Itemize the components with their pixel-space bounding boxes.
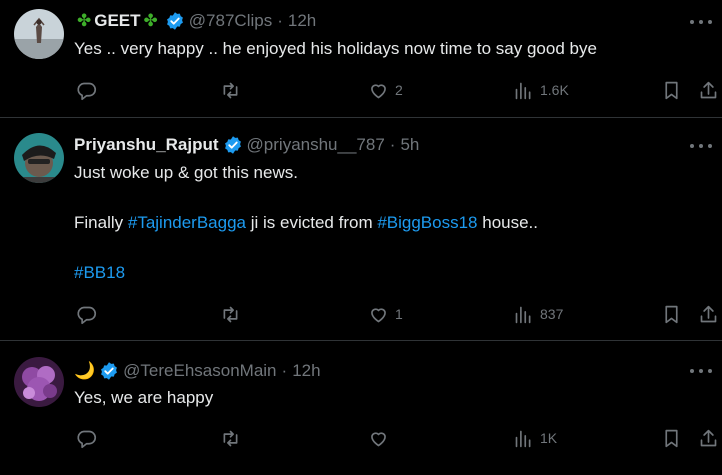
separator-dot: · <box>277 11 283 30</box>
separator-dot: · <box>389 135 396 154</box>
reply-icon <box>76 80 97 101</box>
retweet-button[interactable] <box>220 78 241 102</box>
display-name[interactable]: Priyanshu_Rajput <box>74 135 219 155</box>
tweet-text: Yes .. very happy .. he enjoyed his holi… <box>74 39 597 58</box>
share-icon <box>698 304 719 325</box>
timestamp[interactable]: 5h <box>400 135 419 155</box>
display-name[interactable]: GEET <box>94 11 140 31</box>
text-segment: house.. <box>477 213 539 232</box>
user-handle[interactable]: @787Clips <box>189 11 272 31</box>
view-count: 1.6K <box>540 82 569 98</box>
like-button[interactable] <box>368 426 389 450</box>
more-icon[interactable] <box>690 366 712 376</box>
hashtag-link[interactable]: #TajinderBagga <box>128 213 246 232</box>
bookmark-icon <box>661 80 682 101</box>
views-button[interactable]: 837 <box>513 302 563 326</box>
tweet-text-line: Finally #TajinderBagga ji is evicted fro… <box>74 211 538 235</box>
views-icon <box>513 428 534 449</box>
retweet-button[interactable] <box>220 426 241 450</box>
more-icon[interactable] <box>690 141 712 151</box>
tweet-text: Yes, we are happy <box>74 388 214 407</box>
text-segment: ji is evicted from <box>246 213 378 232</box>
bookmark-button[interactable] <box>661 78 682 102</box>
tweet-text-line: #BB18 <box>74 261 125 285</box>
view-count: 837 <box>540 306 564 322</box>
tweet-card[interactable]: ✤ GEET ✤ @787Clips · 12h Yes .. very hap… <box>0 0 722 118</box>
share-icon <box>698 80 719 101</box>
share-button[interactable] <box>698 302 719 326</box>
share-icon <box>698 428 719 449</box>
bookmark-button[interactable] <box>661 302 682 326</box>
bookmark-icon <box>661 428 682 449</box>
tweet-text-line: Just woke up & got this news. <box>74 163 298 182</box>
text-segment: Finally <box>74 213 128 232</box>
bookmark-button[interactable] <box>661 426 682 450</box>
like-count: 1 <box>395 306 403 322</box>
views-button[interactable]: 1.6K <box>513 78 569 102</box>
timestamp[interactable]: 12h <box>292 361 320 381</box>
avatar[interactable] <box>14 357 64 407</box>
separator-dot: · <box>281 361 288 380</box>
user-handle[interactable]: @TereEhsasonMain <box>123 361 276 381</box>
hashtag-link[interactable]: #BiggBoss18 <box>377 213 477 232</box>
verified-badge-icon <box>99 361 119 381</box>
reply-button[interactable] <box>76 78 97 102</box>
heart-icon <box>368 428 389 449</box>
clover-emoji-icon: ✤ <box>143 11 158 30</box>
like-count: 2 <box>395 82 403 98</box>
reply-button[interactable] <box>76 426 97 450</box>
retweet-button[interactable] <box>220 302 241 326</box>
heart-icon <box>368 80 389 101</box>
bookmark-icon <box>661 304 682 325</box>
view-count: 1K <box>540 430 558 446</box>
retweet-icon <box>220 80 241 101</box>
tweet-card[interactable]: 🌙 @TereEhsasonMain · 12h Yes, we are hap… <box>0 342 722 475</box>
reply-icon <box>76 428 97 449</box>
like-button[interactable]: 2 <box>368 78 403 102</box>
avatar[interactable] <box>14 9 64 59</box>
hashtag-link[interactable]: #BB18 <box>74 263 125 282</box>
moon-emoji-icon[interactable]: 🌙 <box>74 361 95 381</box>
reply-icon <box>76 304 97 325</box>
user-handle[interactable]: @priyanshu__787 <box>247 135 385 155</box>
more-icon[interactable] <box>690 17 712 27</box>
avatar[interactable] <box>14 133 64 183</box>
tweet-card[interactable]: Priyanshu_Rajput @priyanshu__787 · 5h Ju… <box>0 119 722 341</box>
reply-button[interactable] <box>76 302 97 326</box>
share-button[interactable] <box>698 78 719 102</box>
timestamp[interactable]: 12h <box>288 11 316 31</box>
views-button[interactable]: 1K <box>513 426 557 450</box>
clover-emoji-icon: ✤ <box>77 11 92 30</box>
retweet-icon <box>220 428 241 449</box>
views-icon <box>513 304 534 325</box>
heart-icon <box>368 304 389 325</box>
verified-badge-icon <box>165 11 185 31</box>
verified-badge-icon <box>223 135 243 155</box>
views-icon <box>513 80 534 101</box>
retweet-icon <box>220 304 241 325</box>
share-button[interactable] <box>698 426 719 450</box>
like-button[interactable]: 1 <box>368 302 403 326</box>
